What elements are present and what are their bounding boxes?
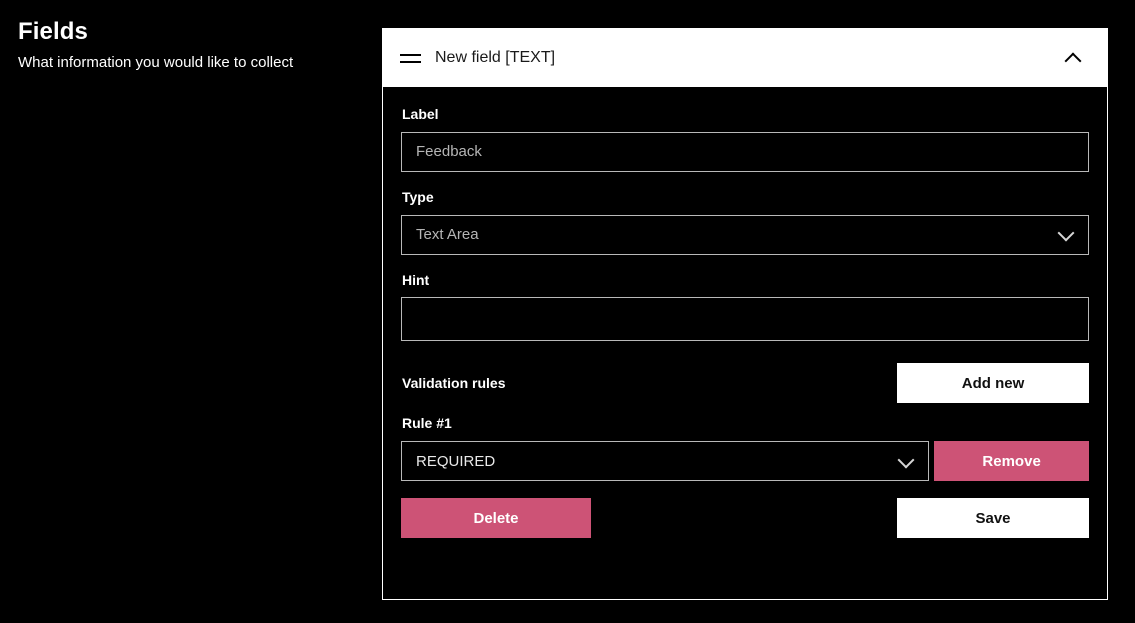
rule-1-type-select[interactable]: REQUIRED (401, 441, 930, 482)
drag-handle-bar (400, 53, 421, 56)
field-card-title: New field [TEXT] (435, 49, 556, 66)
rule-1-label: Rule #1 (402, 415, 452, 432)
rule-1-row: REQUIRED Remove (401, 441, 1089, 482)
label-field-group: Label Feedback (401, 106, 1089, 172)
field-card-header[interactable]: New field [TEXT] (383, 29, 1107, 87)
validation-rules-label: Validation rules (402, 375, 506, 392)
drag-handle-icon[interactable] (400, 47, 422, 69)
field-card-footer: Delete Save (401, 498, 1089, 539)
delete-field-button[interactable]: Delete (401, 498, 591, 539)
chevron-up-icon[interactable] (1061, 46, 1085, 70)
add-new-rule-button[interactable]: Add new (897, 363, 1089, 404)
type-field-group: Type Text Area (401, 189, 1089, 255)
label-input-value: Feedback (416, 143, 482, 161)
fields-intro-pane: Fields What information you would like t… (0, 0, 382, 623)
hint-field-label: Hint (402, 271, 430, 288)
validation-rules-header: Validation rules Add new (401, 363, 1089, 404)
type-field-label: Type (402, 188, 434, 205)
field-card-body: Label Feedback Type Text Area Hint Valid… (383, 87, 1107, 599)
chevron-down-icon (1059, 230, 1074, 239)
type-select-value: Text Area (416, 226, 479, 244)
page-subtitle: What information you would like to colle… (18, 53, 294, 71)
label-field-label: Label (402, 106, 439, 122)
remove-rule-button[interactable]: Remove (934, 441, 1089, 482)
hint-input[interactable] (401, 297, 1089, 342)
drag-handle-bar (400, 60, 421, 63)
rule-1-type-value: REQUIRED (416, 452, 496, 470)
page-title: Fields (18, 18, 88, 45)
chevron-down-icon (899, 457, 914, 466)
save-field-button[interactable]: Save (897, 498, 1089, 539)
label-input[interactable]: Feedback (401, 131, 1089, 172)
hint-field-group: Hint (401, 272, 1089, 342)
type-select[interactable]: Text Area (401, 214, 1089, 255)
chevron-up-glyph (1066, 54, 1081, 63)
field-editor-card: New field [TEXT] Label Feedback Type Tex… (382, 28, 1108, 600)
